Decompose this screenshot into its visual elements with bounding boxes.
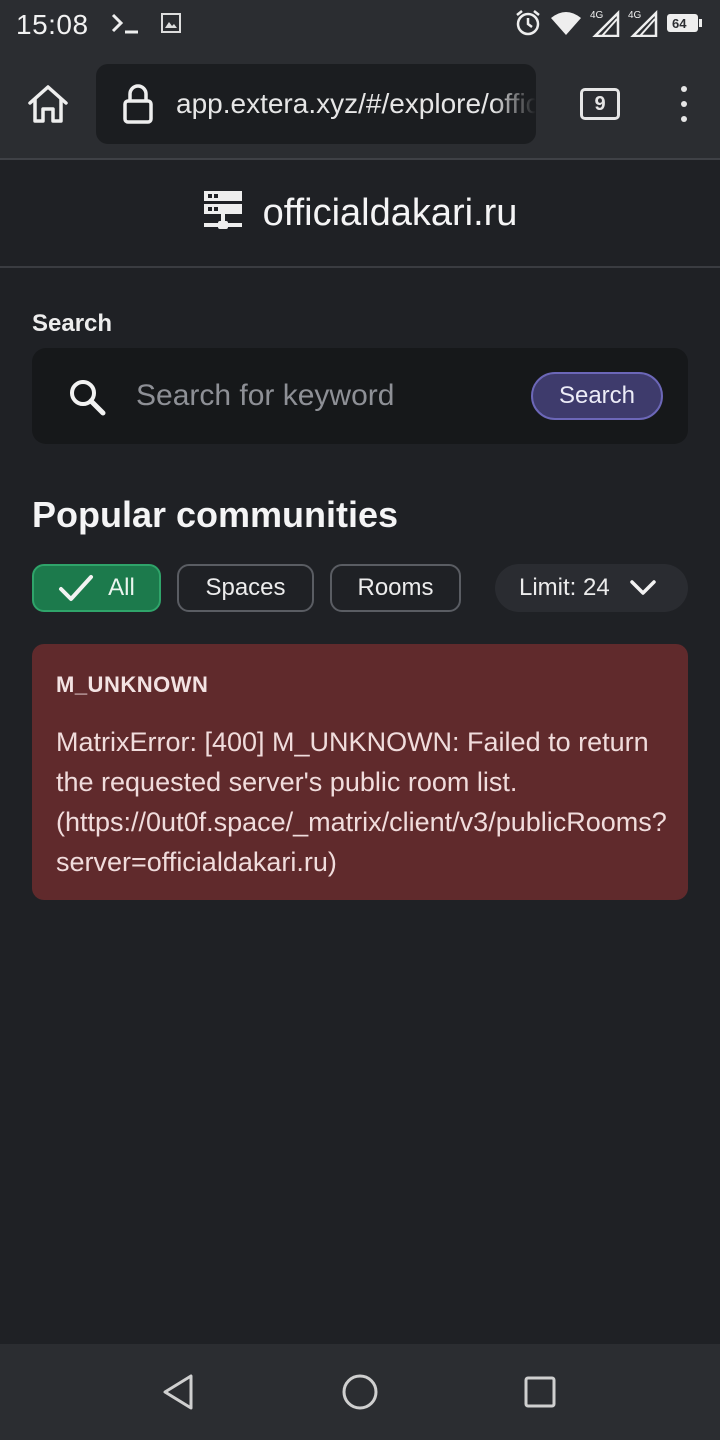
error-card: M_UNKNOWN MatrixError: [400] M_UNKNOWN: … <box>32 644 688 900</box>
filter-spaces-chip[interactable]: Spaces <box>177 564 314 612</box>
back-triangle-icon <box>163 1374 193 1410</box>
page-header: officialdakari.ru <box>0 160 720 266</box>
system-nav-bar <box>0 1344 720 1440</box>
search-box: Search <box>32 348 688 444</box>
signal-4g-icon: 4G <box>628 9 658 42</box>
battery-icon: 64 <box>666 12 704 39</box>
limit-dropdown[interactable]: Limit: 24 <box>495 564 688 612</box>
chip-label: Rooms <box>357 574 434 601</box>
svg-text:4G: 4G <box>590 10 604 21</box>
search-icon <box>70 380 106 416</box>
lock-icon <box>118 80 158 128</box>
recents-square-icon <box>524 1376 556 1408</box>
alarm-icon <box>514 9 542 42</box>
home-icon <box>28 85 68 123</box>
recents-button[interactable] <box>520 1372 560 1412</box>
tab-switcher-button[interactable]: 9 <box>580 88 620 120</box>
back-button[interactable] <box>158 1372 198 1412</box>
page-title: officialdakari.ru <box>262 191 518 234</box>
chevron-down-icon <box>629 580 656 595</box>
browser-toolbar: app.extera.xyz/#/explore/officialdakari.… <box>0 50 720 158</box>
signal-4g-icon: 4G <box>590 9 620 42</box>
filter-rooms-chip[interactable]: Rooms <box>330 564 461 612</box>
status-time: 15:08 <box>16 9 89 40</box>
search-input[interactable] <box>136 372 516 420</box>
image-icon <box>160 12 181 38</box>
search-label: Search <box>32 310 113 337</box>
terminal-icon <box>111 11 139 40</box>
check-icon <box>59 575 94 601</box>
error-title: M_UNKNOWN <box>56 672 209 697</box>
server-icon <box>203 190 243 237</box>
search-button[interactable]: Search <box>531 372 663 420</box>
overflow-menu-button[interactable] <box>668 84 700 124</box>
url-text[interactable]: app.extera.xyz/#/explore/officialdakari.… <box>176 88 536 120</box>
home-circle-icon <box>342 1374 378 1410</box>
error-message: MatrixError: [400] M_UNKNOWN: Failed to … <box>56 727 667 877</box>
dot-icon <box>681 86 687 92</box>
chip-label: Spaces <box>205 574 286 601</box>
filter-all-chip[interactable]: All <box>32 564 161 612</box>
dot-icon <box>681 116 687 122</box>
divider <box>0 266 720 268</box>
limit-label: Limit: 24 <box>519 574 610 601</box>
svg-text:4G: 4G <box>628 10 642 21</box>
home-nav-button[interactable] <box>340 1372 380 1412</box>
home-button[interactable] <box>24 80 72 128</box>
wifi-icon <box>550 10 582 41</box>
dot-icon <box>681 101 687 107</box>
section-title: Popular communities <box>32 494 399 535</box>
svg-text:64: 64 <box>672 16 687 31</box>
chip-label: All <box>108 574 135 601</box>
status-bar: 15:08 4G 4G 64 <box>0 0 720 50</box>
address-bar[interactable]: app.extera.xyz/#/explore/officialdakari.… <box>96 64 536 144</box>
